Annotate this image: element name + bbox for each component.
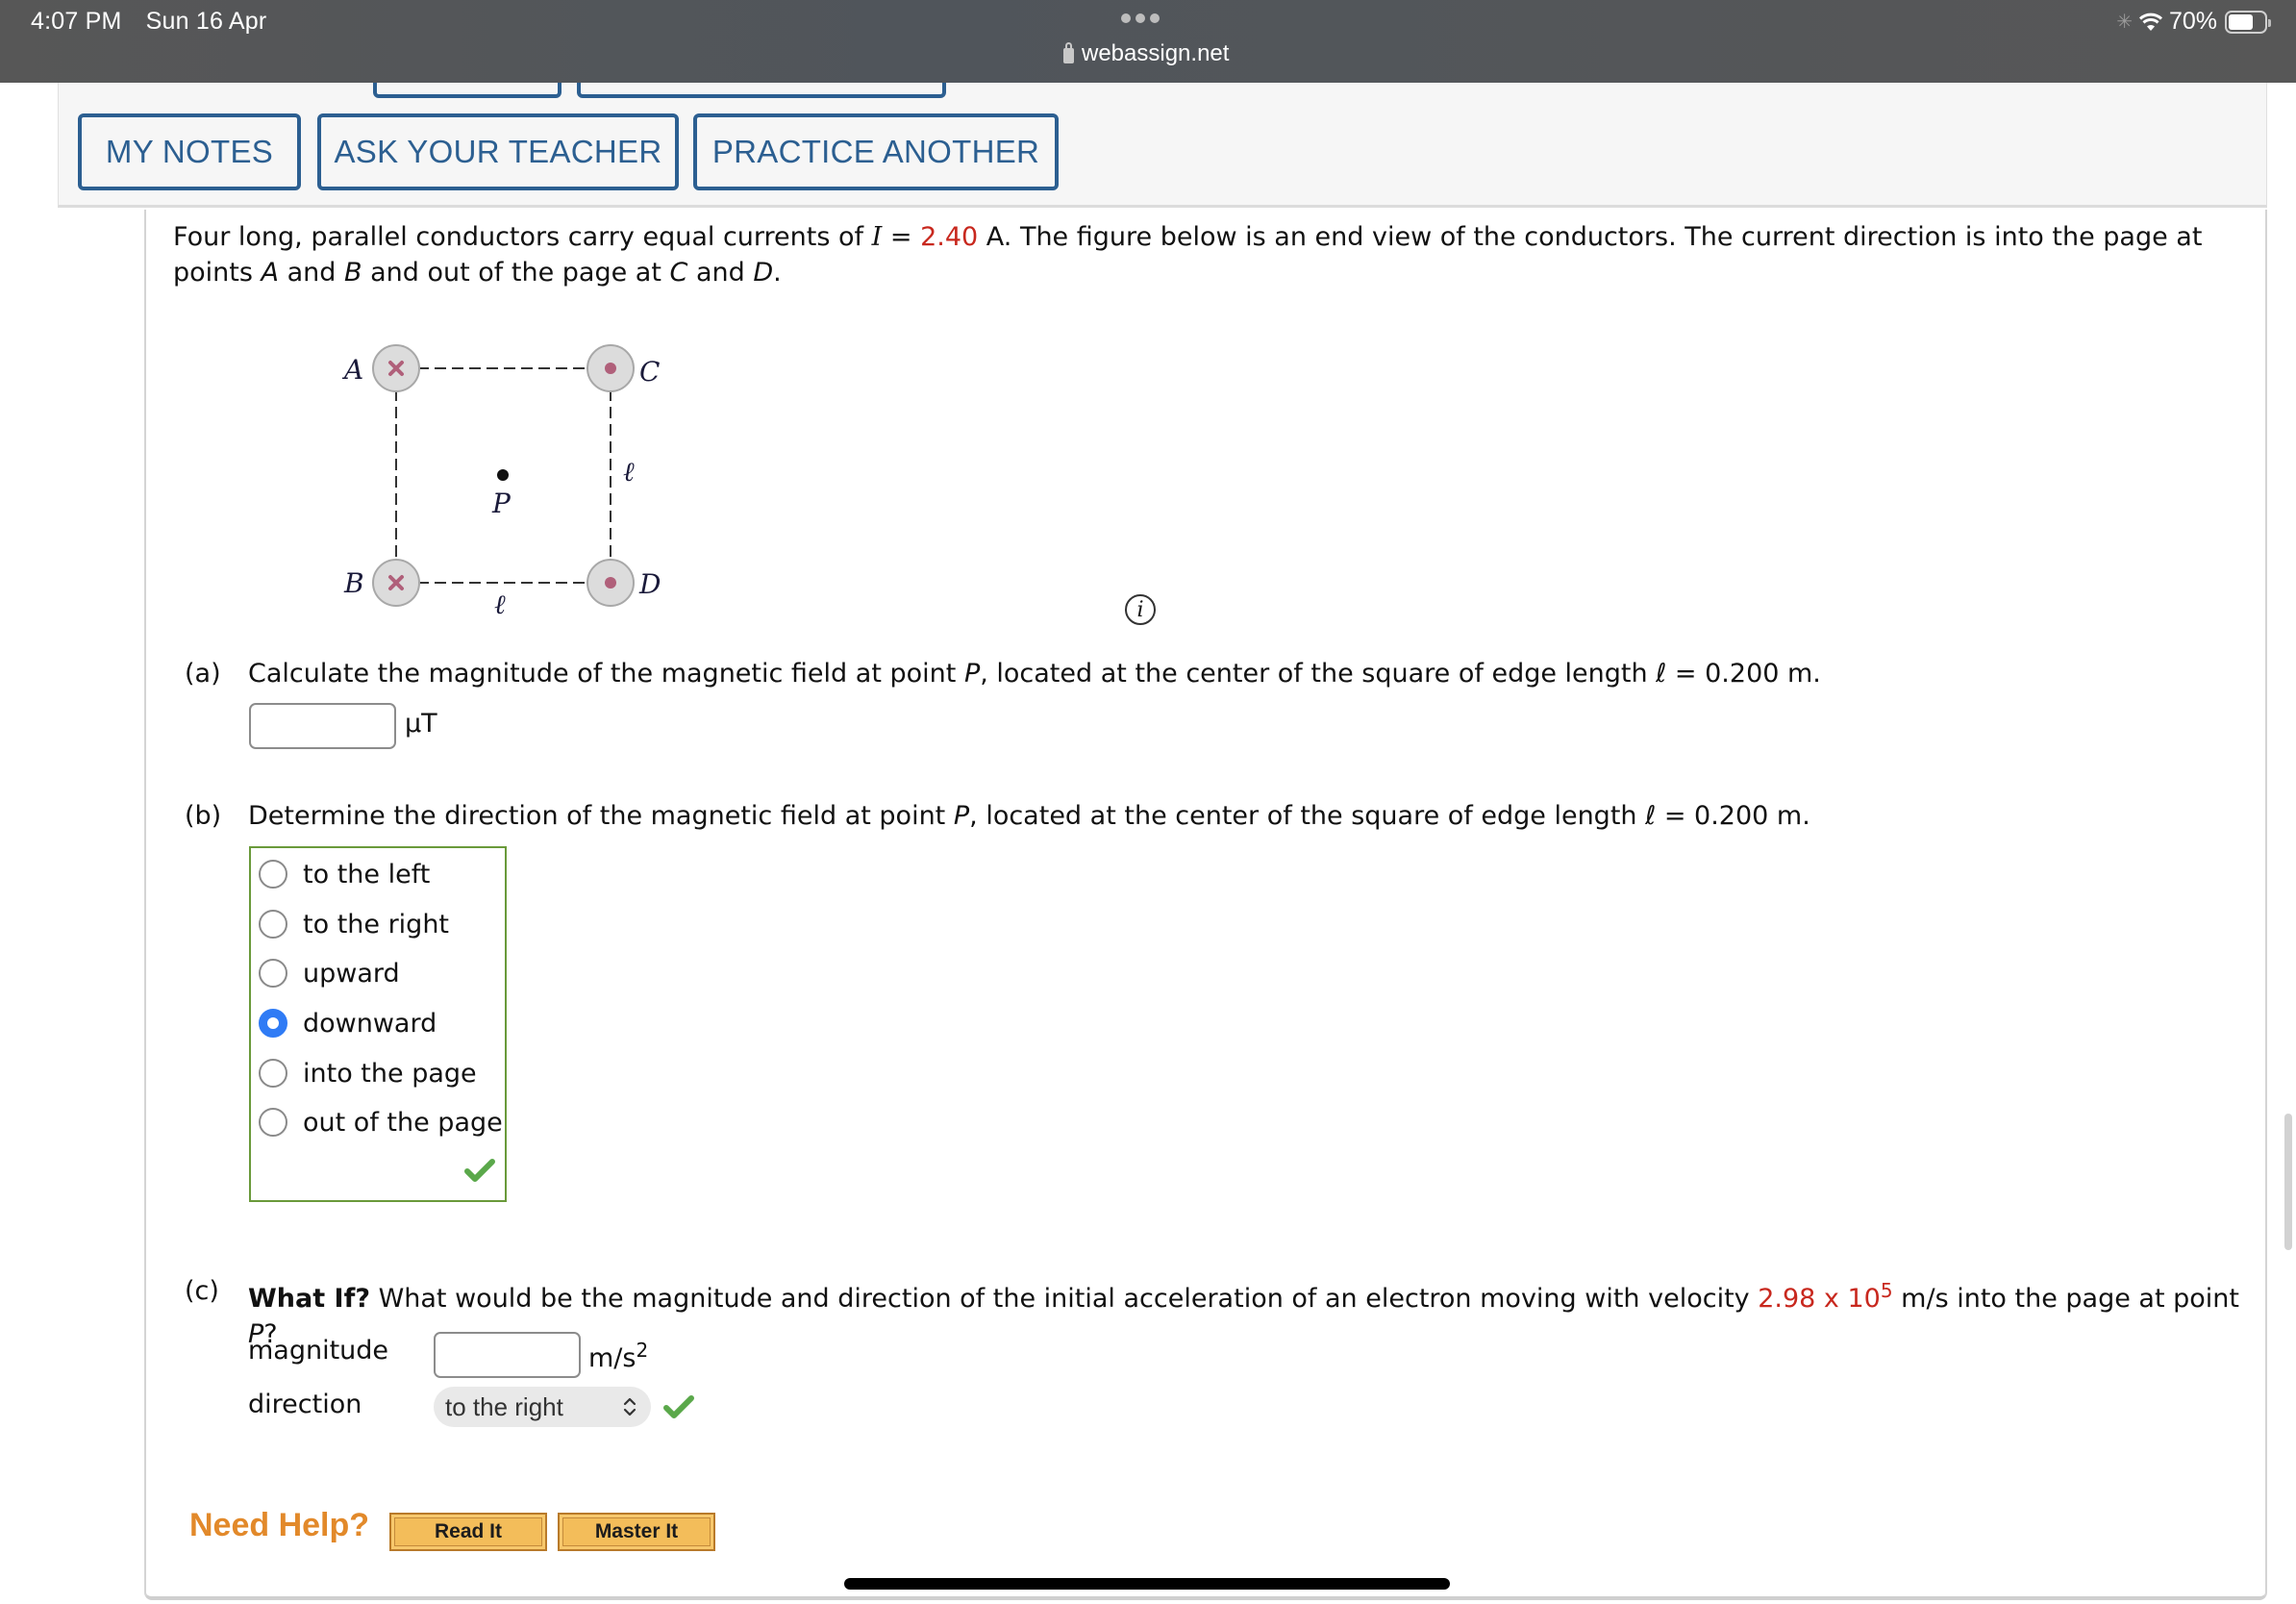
tab-dots-icon[interactable]	[1121, 13, 1160, 23]
direction-select[interactable]: to the right	[434, 1387, 651, 1427]
conductor-a	[372, 344, 420, 392]
select-arrows-icon	[623, 1397, 636, 1416]
wifi-icon	[2138, 13, 2162, 31]
label-edge-right: ℓ	[623, 456, 635, 488]
label-c: C	[639, 356, 660, 388]
status-date: Sun 16 Apr	[145, 8, 267, 35]
status-time: 4:07 PM	[31, 8, 122, 35]
conductor-c	[586, 344, 635, 392]
vertical-scrollbar[interactable]	[2284, 1114, 2292, 1250]
point-p-dot	[497, 469, 509, 481]
correct-checkmark-icon	[464, 1159, 495, 1182]
status-clock: 4:07 PM Sun 16 Apr	[31, 8, 284, 36]
label-b: B	[343, 567, 364, 599]
master-it-button[interactable]: Master It	[558, 1513, 715, 1551]
address-bar[interactable]: webassign.net	[1063, 40, 1229, 67]
radio-option-right[interactable]: to the right	[259, 908, 449, 940]
status-indicators: ✳ 70%	[2116, 8, 2271, 36]
ask-your-teacher-button[interactable]: ASK YOUR TEACHER	[317, 113, 679, 190]
my-notes-button[interactable]: MY NOTES	[78, 113, 301, 190]
unit-meters-per-second-squared: m/s2	[588, 1339, 649, 1373]
radio-button-selected[interactable]	[259, 1009, 287, 1038]
radio-button[interactable]	[259, 1108, 287, 1137]
unit-microtesla: μT	[405, 709, 437, 739]
acceleration-magnitude-input[interactable]	[434, 1332, 581, 1378]
velocity-value: 2.98 x 105	[1758, 1279, 1893, 1314]
radio-option-into-page[interactable]: into the page	[259, 1057, 477, 1090]
label-edge-bottom: ℓ	[494, 589, 506, 620]
radio-button[interactable]	[259, 860, 287, 889]
browser-status-bar: 4:07 PM Sun 16 Apr webassign.net ✳ 70%	[0, 0, 2296, 83]
need-help-label: Need Help?	[189, 1507, 370, 1543]
practice-another-button[interactable]: PRACTICE ANOTHER	[693, 113, 1059, 190]
magnetic-field-magnitude-input[interactable]	[249, 703, 396, 749]
home-indicator[interactable]	[844, 1578, 1450, 1590]
direction-select-value: to the right	[445, 1391, 563, 1421]
radio-button[interactable]	[259, 1059, 287, 1088]
part-a-question: Calculate the magnitude of the magnetic …	[248, 659, 1821, 689]
part-c-label: (c)	[185, 1276, 219, 1306]
read-it-button[interactable]: Read It	[389, 1513, 547, 1551]
conductor-b	[372, 559, 420, 607]
direction-label: direction	[248, 1390, 362, 1419]
activity-spinner-icon: ✳	[2116, 12, 2133, 33]
out-of-page-icon	[605, 363, 616, 374]
problem-statement: Four long, parallel conductors carry equ…	[173, 222, 2203, 288]
url-text: webassign.net	[1082, 40, 1230, 66]
correct-checkmark-icon	[663, 1395, 694, 1418]
radio-option-out-of-page[interactable]: out of the page	[259, 1106, 503, 1139]
conductor-d	[586, 559, 635, 607]
radio-button[interactable]	[259, 910, 287, 939]
label-p: P	[491, 488, 512, 519]
current-value: 2.40	[920, 222, 979, 252]
part-b-label: (b)	[185, 801, 222, 831]
radio-option-downward[interactable]: downward	[259, 1007, 437, 1040]
part-b-question: Determine the direction of the magnetic …	[248, 801, 1810, 831]
conductors-figure: A B C D P ℓ ℓ	[341, 344, 661, 620]
lock-icon	[1063, 41, 1074, 63]
radio-option-left[interactable]: to the left	[259, 858, 430, 890]
magnitude-label: magnitude	[248, 1336, 389, 1366]
direction-radio-group: to the left to the right upward downward…	[249, 846, 507, 1202]
radio-button[interactable]	[259, 959, 287, 988]
out-of-page-icon	[605, 577, 616, 589]
label-d: D	[638, 568, 661, 600]
battery-icon	[2225, 10, 2271, 34]
info-icon[interactable]: i	[1125, 594, 1156, 625]
battery-percent: 70%	[2168, 8, 2217, 35]
radio-option-upward[interactable]: upward	[259, 957, 400, 990]
label-a: A	[341, 354, 363, 386]
part-a-label: (a)	[185, 659, 221, 689]
battery-level	[2229, 13, 2254, 30]
